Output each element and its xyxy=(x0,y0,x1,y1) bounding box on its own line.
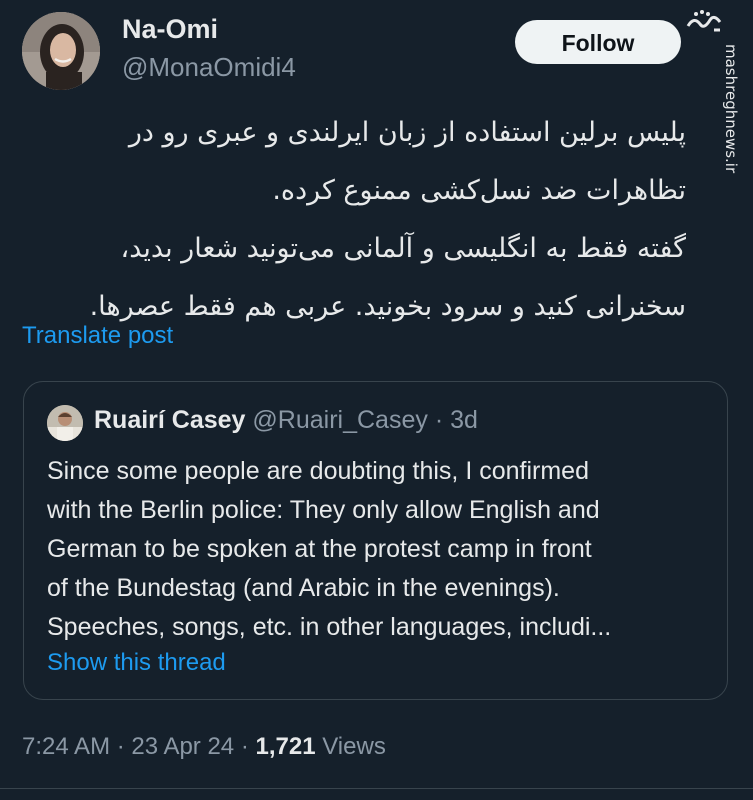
post-text: پلیس برلین استفاده از زبان ایرلندی و عبر… xyxy=(22,104,686,336)
author-display-name[interactable]: Na-Omi xyxy=(122,14,218,45)
views-count: 1,721 xyxy=(255,733,316,760)
quoted-tweet-text: Since some people are doubting this, I c… xyxy=(47,452,717,647)
quoted-text-line: with the Berlin police: They only allow … xyxy=(47,496,600,524)
meta-separator: · xyxy=(240,733,249,760)
post-text-line: پلیس برلین استفاده از زبان ایرلندی و عبر… xyxy=(128,117,686,148)
quoted-author-name[interactable]: Ruairí Casey xyxy=(94,406,245,434)
views-label: Views xyxy=(322,733,386,760)
quoted-header-separator: · xyxy=(434,406,444,434)
quoted-author-avatar[interactable] xyxy=(47,405,83,441)
author-avatar-image xyxy=(22,12,100,90)
tweet-metadata: 7:24 AM · 23 Apr 24 · 1,721 Views xyxy=(22,733,386,761)
watermark-url: mashreghnews.ir xyxy=(710,44,750,188)
quoted-author-avatar-image xyxy=(47,405,83,441)
quoted-tweet-card[interactable]: Ruairí Casey @Ruairi_Casey · 3d Since so… xyxy=(23,381,728,700)
translate-post-link[interactable]: Translate post xyxy=(22,322,173,350)
watermark-url-text: mashreghnews.ir xyxy=(722,44,740,174)
quoted-text-line: of the Bundestag (and Arabic in the even… xyxy=(47,574,560,602)
follow-button[interactable]: Follow xyxy=(515,20,681,64)
quoted-text-line: German to be spoken at the protest camp … xyxy=(47,535,592,563)
tweet-screenshot: Na-Omi @MonaOmidi4 Follow mashreghnews.i… xyxy=(0,0,753,800)
author-handle[interactable]: @MonaOmidi4 xyxy=(122,52,296,83)
watermark-logo-icon xyxy=(686,10,722,32)
author-avatar[interactable] xyxy=(22,12,100,90)
quoted-text-line: Since some people are doubting this, I c… xyxy=(47,457,589,485)
quoted-author-handle[interactable]: @Ruairi_Casey xyxy=(252,406,427,434)
tweet-time[interactable]: 7:24 AM xyxy=(22,733,110,760)
quoted-text-line: Speeches, songs, etc. in other languages… xyxy=(47,613,612,641)
quoted-tweet-time[interactable]: 3d xyxy=(450,406,478,434)
post-text-line: گفته فقط به انگلیسی و آلمانی می‌تونید شع… xyxy=(120,233,686,264)
quoted-tweet-header: Ruairí Casey @Ruairi_Casey · 3d xyxy=(94,406,478,435)
meta-separator: · xyxy=(116,733,125,760)
post-text-line: تظاهرات ضد نسل‌کشی ممنوع کرده. xyxy=(272,175,686,206)
show-thread-link[interactable]: Show this thread xyxy=(47,649,226,677)
watermark-logo xyxy=(684,6,724,36)
tweet-date[interactable]: 23 Apr 24 xyxy=(131,733,234,760)
bottom-divider xyxy=(0,788,753,789)
